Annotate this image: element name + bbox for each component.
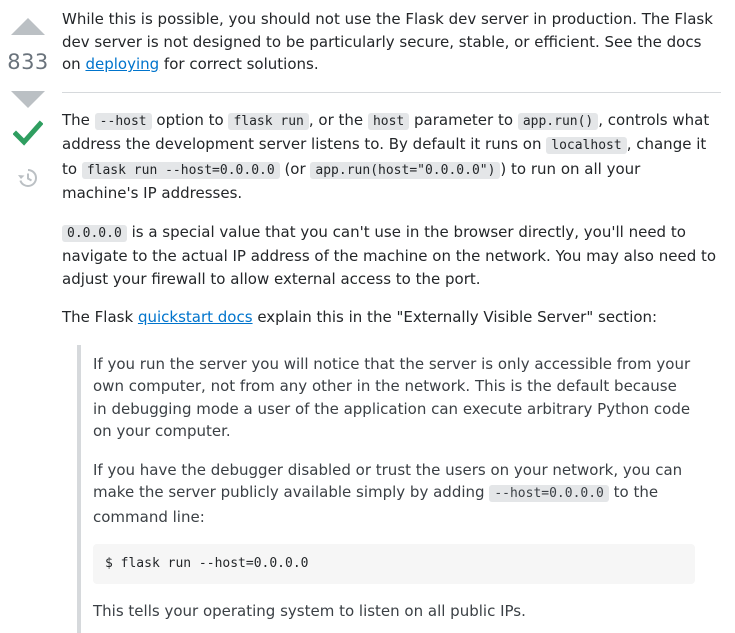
inline-code: localhost: [546, 137, 627, 154]
quote-paragraph-2: If you have the debugger disabled or tru…: [93, 459, 695, 529]
text: The Flask: [62, 308, 138, 326]
inline-code: --host: [94, 112, 152, 130]
text: The: [62, 110, 95, 129]
text: for correct solutions.: [159, 55, 319, 73]
downvote-arrow-down-icon[interactable]: [11, 91, 45, 108]
answer-paragraph-3: 0.0.0.0 is a special value that you can'…: [62, 221, 721, 291]
text: , or the: [308, 110, 368, 129]
accepted-check-icon: [13, 120, 43, 146]
inline-code: app.run(host="0.0.0.0"): [310, 161, 501, 179]
answer-paragraph-2: The --host option to flask run, or the h…: [62, 109, 721, 205]
code-block: $ flask run --host=0.0.0.0: [93, 544, 695, 584]
vote-count: 833: [7, 50, 49, 74]
quote-paragraph-1: If you run the server you will notice th…: [93, 354, 691, 441]
text: parameter to: [409, 110, 518, 129]
answer-paragraph-1: While this is possible, you should not u…: [62, 8, 721, 76]
text: (or: [279, 159, 311, 178]
history-icon[interactable]: [17, 167, 39, 189]
docs-blockquote: If you run the server you will notice th…: [77, 344, 722, 633]
inline-code: app.run(): [517, 112, 599, 130]
answer-paragraph-4: The Flask quickstart docs explain this i…: [62, 306, 721, 329]
answer-body: While this is possible, you should not u…: [62, 8, 721, 633]
quote-paragraph-3: This tells your operating system to list…: [93, 602, 526, 620]
deploying-link[interactable]: deploying: [85, 55, 159, 73]
inline-code: host: [367, 112, 410, 130]
text: explain this in the "Externally Visible …: [252, 308, 658, 326]
inline-code: flask run --host=0.0.0.0: [81, 161, 280, 179]
text: is a special value that you can't use in…: [62, 222, 717, 288]
inline-code: flask run: [228, 112, 309, 130]
inline-code: 0.0.0.0: [62, 224, 127, 242]
quickstart-docs-link[interactable]: quickstart docs: [138, 308, 253, 326]
divider: [62, 91, 721, 93]
upvote-arrow-up-icon[interactable]: [11, 18, 45, 35]
text: option to: [151, 110, 229, 129]
inline-code: --host=0.0.0.0: [489, 485, 609, 502]
